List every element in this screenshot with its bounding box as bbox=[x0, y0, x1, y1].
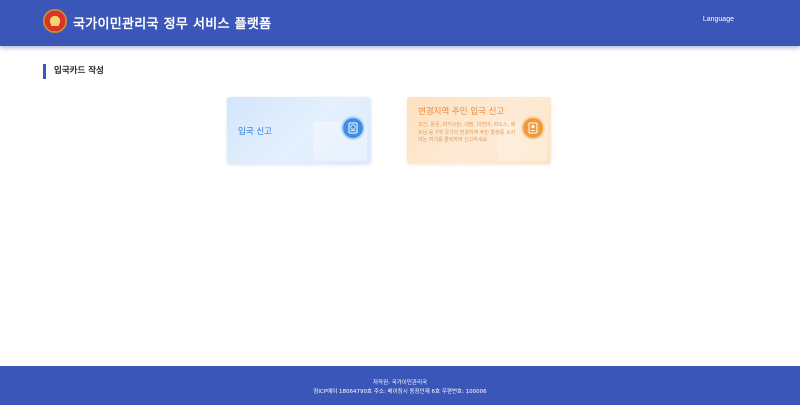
card-title: 입국 신고 bbox=[238, 127, 272, 137]
page-footer: 저작권: 국가이민관리국 징ICP예이 18064790호 주소: 베이징시 동… bbox=[0, 366, 800, 405]
footer-copyright: 저작권: 국가이민관리국 bbox=[372, 380, 428, 386]
top-header: 국가이민관리국 정무 서비스 플랫폼 Language bbox=[0, 0, 800, 46]
card-description: 조선, 몽골, 파키스탄, 네팔, 미얀마, 라오스, 베트남 등 7개 국가의… bbox=[418, 122, 516, 143]
national-emblem-icon bbox=[43, 9, 67, 33]
footer-info: 징ICP예이 18064790호 주소: 베이징시 동장안제 6호 우편번호: … bbox=[313, 389, 487, 395]
card-title: 변경지역 주민 입국 신고 bbox=[418, 107, 505, 117]
passport-globe-icon bbox=[343, 118, 363, 138]
site-title[interactable]: 국가이민관리국 정무 서비스 플랫폼 bbox=[73, 13, 271, 32]
language-switcher[interactable]: Language bbox=[703, 16, 734, 23]
resident-id-icon bbox=[523, 118, 543, 138]
border-resident-entry-card[interactable]: 변경지역 주민 입국 신고 조선, 몽골, 파키스탄, 네팔, 미얀마, 라오스… bbox=[407, 97, 551, 164]
entry-declaration-card[interactable]: 입국 신고 bbox=[227, 97, 371, 164]
section-title: 입국카드 작성 bbox=[43, 64, 104, 79]
